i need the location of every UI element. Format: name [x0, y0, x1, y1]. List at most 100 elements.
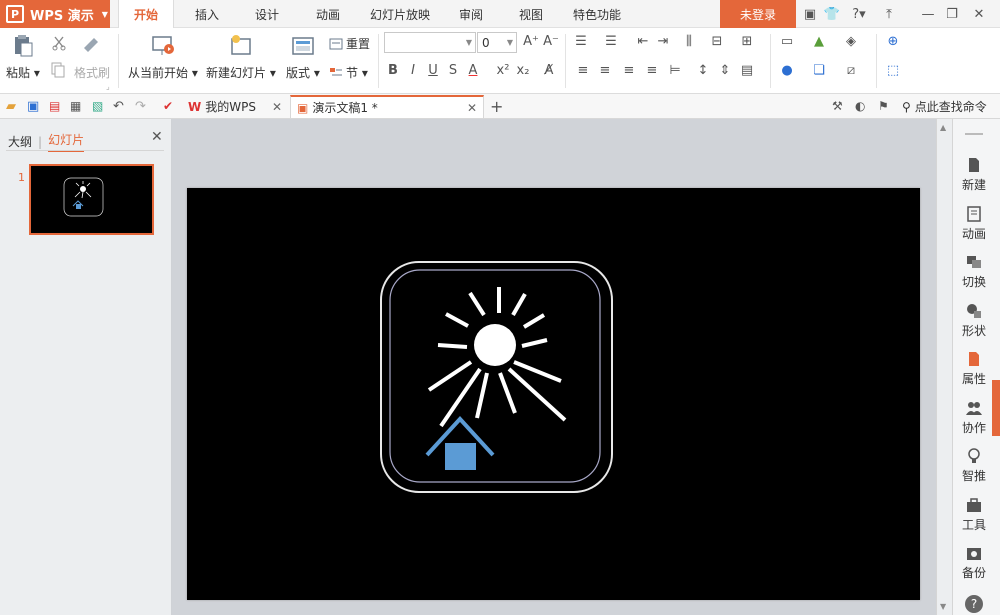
shrink-font-icon[interactable]: A⁻: [542, 34, 560, 49]
arrange-icon[interactable]: ❏: [810, 63, 828, 78]
format-painter-button[interactable]: 格式刷: [74, 64, 110, 81]
underline-icon[interactable]: U: [424, 63, 442, 78]
distribute-icon[interactable]: ⊨: [666, 63, 684, 78]
paste-button[interactable]: 粘贴 ▾: [6, 28, 40, 81]
sun-shape[interactable]: [474, 324, 516, 366]
line-spacing-icon[interactable]: ↕: [694, 63, 712, 78]
customize-icon[interactable]: ✔: [163, 99, 177, 113]
font-size-select[interactable]: 0 ▼: [477, 32, 517, 53]
app-menu-button[interactable]: P WPS 演示 ▼: [0, 0, 110, 28]
panel-new[interactable]: 新建: [953, 157, 995, 193]
close-icon[interactable]: ✕: [467, 101, 477, 115]
print-icon[interactable]: ▦: [70, 99, 84, 113]
shape-fill-icon[interactable]: ●: [778, 63, 796, 78]
login-button[interactable]: 未登录: [720, 0, 796, 28]
tab-slideshow[interactable]: 幻灯片放映: [364, 0, 436, 28]
slide-thumbnail[interactable]: [29, 164, 154, 235]
align-center-icon[interactable]: ≡: [596, 63, 614, 78]
shadow-icon[interactable]: S: [444, 63, 462, 78]
panel-collaborate[interactable]: 协作: [953, 400, 995, 436]
decrease-indent-icon[interactable]: ⇤: [634, 34, 652, 49]
inner-rounded-frame[interactable]: [389, 269, 601, 483]
justify-icon[interactable]: ≡: [643, 63, 661, 78]
bold-icon[interactable]: B: [384, 63, 402, 78]
textbox-insert-icon[interactable]: ▭: [778, 34, 796, 49]
upload-icon[interactable]: ⤒: [880, 5, 898, 23]
close-icon[interactable]: ✕: [151, 129, 163, 145]
open-icon[interactable]: ▰: [6, 99, 20, 114]
font-color-icon[interactable]: A: [464, 63, 482, 78]
reset-button[interactable]: 重置: [329, 35, 370, 52]
house-body[interactable]: [445, 443, 476, 470]
panel-shapes[interactable]: 形状: [953, 303, 995, 339]
tab-view[interactable]: 视图: [506, 0, 556, 28]
panel-tools[interactable]: 工具: [953, 497, 995, 533]
tab-outline[interactable]: 大纲: [8, 133, 32, 150]
scroll-up-icon[interactable]: ▲: [940, 123, 946, 132]
close-icon[interactable]: ✕: [272, 100, 282, 114]
italic-icon[interactable]: I: [404, 63, 422, 78]
tab-design[interactable]: 设计: [242, 0, 292, 28]
pdf-icon[interactable]: ▤: [49, 99, 63, 113]
font-name-select[interactable]: ▼: [384, 32, 476, 53]
align-right-icon[interactable]: ≡: [620, 63, 638, 78]
add-tab-icon[interactable]: +: [490, 97, 504, 116]
tab-home[interactable]: 开始: [118, 0, 174, 29]
panel-smart-push[interactable]: 智推: [953, 448, 995, 484]
clear-format-icon[interactable]: A̸: [540, 63, 558, 78]
tab-slides[interactable]: 幻灯片: [48, 131, 85, 152]
subscript-icon[interactable]: x₂: [514, 63, 532, 78]
align-text-icon[interactable]: ⊟: [708, 34, 726, 49]
shirt-icon[interactable]: 👕: [823, 5, 841, 23]
vertical-scrollbar[interactable]: ▲ ▼: [936, 119, 952, 615]
skin-icon[interactable]: ◐: [855, 99, 869, 113]
feedback-icon[interactable]: ⚑: [878, 99, 892, 113]
numbered-list-icon[interactable]: ☰: [602, 34, 620, 49]
find-icon[interactable]: ⊕: [884, 34, 902, 49]
panel-collapse-handle[interactable]: [992, 380, 1000, 436]
bullet-list-icon[interactable]: ☰: [572, 34, 590, 49]
panel-properties[interactable]: 属性: [953, 351, 995, 387]
align-left-icon[interactable]: ≡: [574, 63, 592, 78]
slide-canvas[interactable]: [187, 188, 920, 600]
text-box-icon[interactable]: ▤: [738, 63, 756, 78]
skin-icon[interactable]: ▣: [801, 5, 819, 23]
picture-icon[interactable]: ▲: [810, 34, 828, 49]
tab-review[interactable]: 审阅: [446, 0, 496, 28]
panel-backup[interactable]: 备份: [953, 545, 995, 581]
panel-transition[interactable]: 切换: [953, 254, 995, 290]
layout-button[interactable]: 版式 ▾: [286, 28, 320, 81]
panel-animation[interactable]: 动画: [953, 206, 995, 242]
redo-icon[interactable]: ↷: [135, 99, 149, 114]
tool-icon[interactable]: ⚒: [832, 99, 846, 113]
undo-icon[interactable]: ↶: [113, 99, 127, 114]
scroll-down-icon[interactable]: ▼: [940, 602, 946, 611]
copy-icon[interactable]: [51, 62, 65, 78]
grow-font-icon[interactable]: A⁺: [522, 34, 540, 49]
from-current-button[interactable]: 从当前开始 ▾: [128, 28, 198, 81]
outline-icon[interactable]: ⧄: [842, 63, 860, 78]
text-direction-icon[interactable]: ⫼: [680, 34, 698, 49]
columns-icon[interactable]: ⊞: [738, 34, 756, 49]
increase-indent-icon[interactable]: ⇥: [654, 34, 672, 49]
close-icon[interactable]: ✕: [970, 5, 988, 23]
doc-tab-mywps[interactable]: W 我的WPS ✕: [182, 95, 288, 118]
help-icon[interactable]: ?▾: [848, 5, 870, 23]
tab-insert[interactable]: 插入: [182, 0, 232, 28]
outer-rounded-frame[interactable]: [380, 261, 613, 493]
minimize-icon[interactable]: —: [919, 5, 937, 23]
new-slide-button[interactable]: 新建幻灯片 ▾: [206, 28, 276, 81]
section-button[interactable]: 节 ▾: [329, 64, 368, 81]
tab-animation[interactable]: 动画: [303, 0, 353, 28]
cut-icon[interactable]: [51, 35, 67, 51]
command-search[interactable]: ⚲ 点此查找命令: [902, 98, 987, 115]
help-icon[interactable]: ?: [965, 595, 983, 613]
doc-tab-presentation[interactable]: ▣ 演示文稿1 * ✕: [290, 95, 484, 118]
select-icon[interactable]: ⬚: [884, 63, 902, 78]
superscript-icon[interactable]: x²: [494, 63, 512, 78]
tab-special[interactable]: 特色功能: [564, 0, 630, 28]
fill-icon[interactable]: ◈: [842, 34, 860, 49]
preview-icon[interactable]: ▧: [92, 99, 106, 113]
paragraph-spacing-icon[interactable]: ⇕: [716, 63, 734, 78]
restore-icon[interactable]: ❐: [943, 5, 961, 23]
